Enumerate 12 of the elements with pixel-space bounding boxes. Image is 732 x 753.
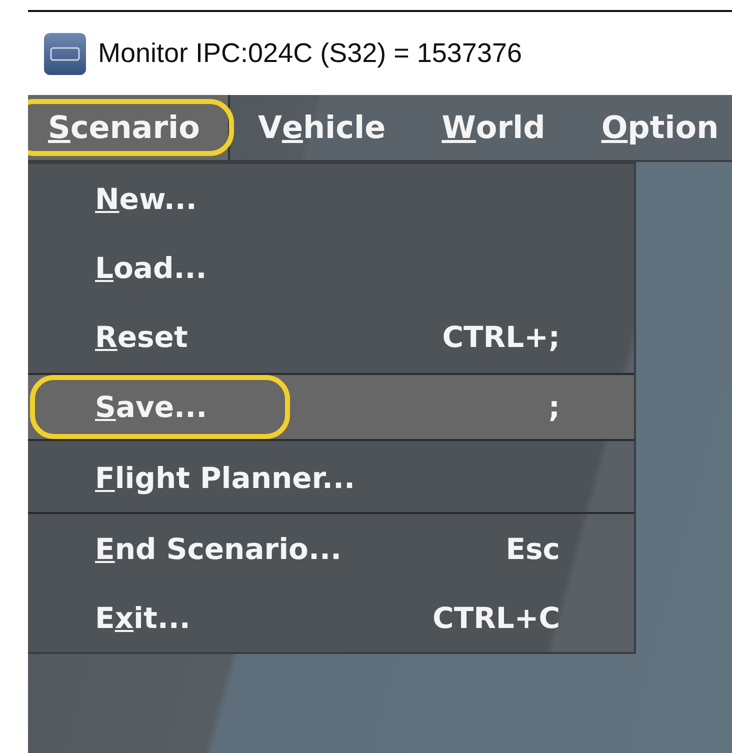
menu-item[interactable]: New... — [28, 164, 634, 233]
menu-item[interactable]: End Scenario... Esc — [28, 514, 634, 583]
menu-bar-item[interactable]: World — [422, 95, 574, 160]
menu-item[interactable]: Reset CTRL+; — [28, 302, 634, 371]
menu-item[interactable]: Exit... CTRL+C — [28, 583, 634, 652]
menu-bar-item[interactable]: Option — [581, 95, 732, 160]
app-logo-icon — [44, 32, 86, 74]
window-title: Monitor IPC:024C (S32) = 1537376 — [98, 38, 522, 69]
menu-bar-item[interactable]: Vehicle — [238, 95, 414, 160]
menu-item[interactable]: Flight Planner... — [28, 443, 634, 514]
menu-item[interactable]: Load... — [28, 233, 634, 302]
menu-item[interactable]: Save... ; — [28, 373, 634, 441]
